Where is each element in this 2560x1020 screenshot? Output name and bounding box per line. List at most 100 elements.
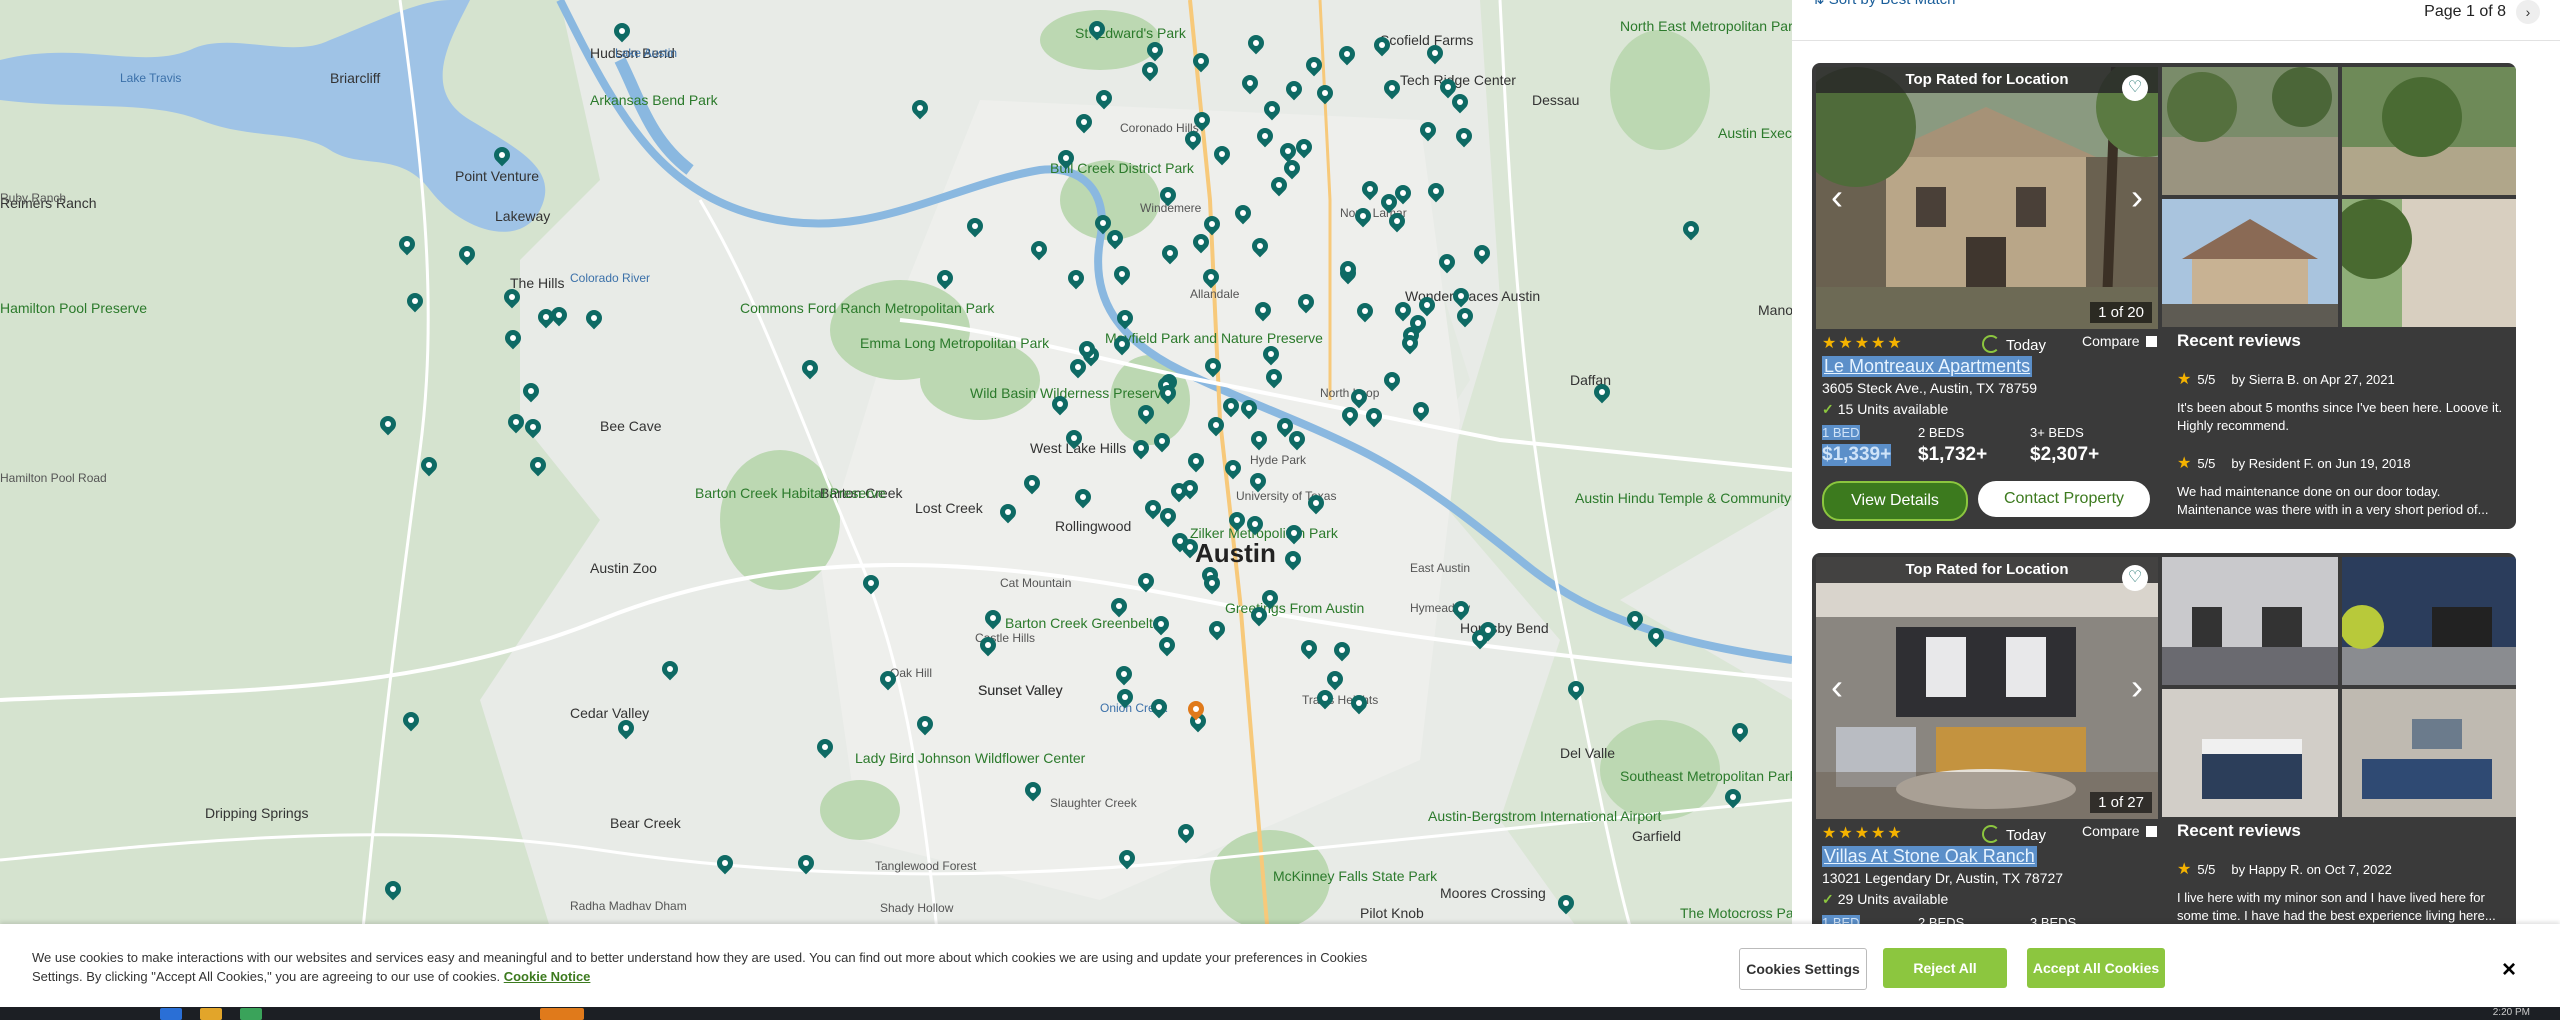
map-pin-icon[interactable] bbox=[1456, 128, 1472, 150]
map-pin-icon[interactable] bbox=[1306, 57, 1322, 79]
close-icon[interactable]: × bbox=[2502, 956, 2516, 984]
map-pin-icon[interactable] bbox=[586, 310, 602, 332]
heart-icon[interactable]: ♡ bbox=[2122, 75, 2148, 101]
map-pin-icon[interactable] bbox=[1395, 302, 1411, 324]
map-pin-icon[interactable] bbox=[1355, 208, 1371, 230]
map-pin-icon[interactable] bbox=[1076, 114, 1092, 136]
map-pin-icon[interactable] bbox=[1154, 433, 1170, 455]
map-pin-icon[interactable] bbox=[1250, 473, 1266, 495]
map-pin-icon[interactable] bbox=[380, 416, 396, 438]
listing-hero-photo[interactable]: Top Rated for Location ♡ ‹ › 1 of 27 bbox=[1816, 557, 2158, 819]
map-pin-icon[interactable] bbox=[1159, 637, 1175, 659]
listing-thumbnail[interactable] bbox=[2162, 199, 2338, 327]
map-pin-icon[interactable] bbox=[912, 100, 928, 122]
map-pin-icon[interactable] bbox=[614, 23, 630, 45]
compare-toggle[interactable]: Compare bbox=[2082, 823, 2157, 839]
map-pin-icon[interactable] bbox=[1162, 245, 1178, 267]
map-pin-icon[interactable] bbox=[1568, 681, 1584, 703]
map-pin-icon[interactable] bbox=[1117, 310, 1133, 332]
map-pin-icon[interactable] bbox=[1025, 782, 1041, 804]
map-pin-icon[interactable] bbox=[1119, 850, 1135, 872]
map-pin-icon[interactable] bbox=[717, 855, 733, 877]
map-pin-icon[interactable] bbox=[1107, 230, 1123, 252]
map[interactable]: Briarcliff Hudson Bend Arkansas Bend Park P… bbox=[0, 0, 1792, 1020]
map-pin-icon[interactable] bbox=[1096, 90, 1112, 112]
chevron-right-icon[interactable]: › bbox=[2516, 0, 2540, 24]
listing-thumbnail[interactable] bbox=[2342, 199, 2516, 327]
map-pin-icon[interactable] bbox=[1188, 701, 1204, 723]
map-pin-icon[interactable] bbox=[459, 246, 475, 268]
map-pin-icon[interactable] bbox=[1472, 630, 1488, 652]
map-pin-icon[interactable] bbox=[1185, 131, 1201, 153]
map-pin-icon[interactable] bbox=[1066, 430, 1082, 452]
map-pin-icon[interactable] bbox=[1340, 261, 1356, 283]
listing-card[interactable]: Top Rated for Location ♡ ‹ › 1 of 20 ★★★… bbox=[1812, 63, 2516, 529]
map-pin-icon[interactable] bbox=[1683, 221, 1699, 243]
map-pin-icon[interactable] bbox=[1116, 666, 1132, 688]
map-pin-icon[interactable] bbox=[494, 147, 510, 169]
map-pin-icon[interactable] bbox=[1252, 238, 1268, 260]
map-pin-icon[interactable] bbox=[1225, 460, 1241, 482]
map-pin-icon[interactable] bbox=[1255, 302, 1271, 324]
listing-thumbnail[interactable] bbox=[2162, 557, 2338, 685]
map-pin-icon[interactable] bbox=[1251, 431, 1267, 453]
view-details-button[interactable]: View Details bbox=[1822, 481, 1968, 521]
map-pin-icon[interactable] bbox=[1351, 695, 1367, 717]
map-pin-icon[interactable] bbox=[1214, 146, 1230, 168]
map-pin-icon[interactable] bbox=[917, 716, 933, 738]
map-pin-icon[interactable] bbox=[1153, 616, 1169, 638]
map-pin-icon[interactable] bbox=[1138, 573, 1154, 595]
map-pin-icon[interactable] bbox=[1188, 453, 1204, 475]
map-pin-icon[interactable] bbox=[1402, 335, 1418, 357]
map-pin-icon[interactable] bbox=[505, 330, 521, 352]
map-pin-icon[interactable] bbox=[1193, 53, 1209, 75]
listing-thumbnail[interactable] bbox=[2342, 557, 2516, 685]
map-pin-icon[interactable] bbox=[1420, 122, 1436, 144]
map-pin-icon[interactable] bbox=[1286, 525, 1302, 547]
map-pin-icon[interactable] bbox=[1229, 512, 1245, 534]
map-pin-icon[interactable] bbox=[1209, 621, 1225, 643]
map-pin-icon[interactable] bbox=[1351, 389, 1367, 411]
map-pin-icon[interactable] bbox=[1452, 94, 1468, 116]
active-app-icon[interactable] bbox=[540, 1008, 584, 1020]
listing-thumbnail[interactable] bbox=[2342, 67, 2516, 195]
listing-thumbnail[interactable] bbox=[2162, 689, 2338, 817]
map-pin-icon[interactable] bbox=[1079, 341, 1095, 363]
map-pin-icon[interactable] bbox=[1474, 245, 1490, 267]
map-pin-icon[interactable] bbox=[403, 712, 419, 734]
map-pin-icon[interactable] bbox=[880, 671, 896, 693]
reject-all-button[interactable]: Reject All bbox=[1883, 948, 2007, 988]
map-pin-icon[interactable] bbox=[1389, 213, 1405, 235]
map-pin-icon[interactable] bbox=[399, 236, 415, 258]
map-pin-icon[interactable] bbox=[1208, 417, 1224, 439]
map-pin-icon[interactable] bbox=[1151, 699, 1167, 721]
cookies-settings-button[interactable]: Cookies Settings bbox=[1739, 948, 1867, 990]
map-pin-icon[interactable] bbox=[508, 414, 524, 436]
map-pin-icon[interactable] bbox=[1193, 234, 1209, 256]
map-pin-icon[interactable] bbox=[1334, 642, 1350, 664]
map-pin-icon[interactable] bbox=[1204, 575, 1220, 597]
app-icon[interactable] bbox=[160, 1008, 182, 1020]
map-pin-icon[interactable] bbox=[1052, 396, 1068, 418]
map-pin-icon[interactable] bbox=[1160, 385, 1176, 407]
map-pin-icon[interactable] bbox=[1263, 346, 1279, 368]
map-pin-icon[interactable] bbox=[1381, 194, 1397, 216]
map-pin-icon[interactable] bbox=[1296, 139, 1312, 161]
map-pin-icon[interactable] bbox=[1427, 45, 1443, 67]
map-pin-icon[interactable] bbox=[1439, 254, 1455, 276]
map-pin-icon[interactable] bbox=[1725, 789, 1741, 811]
map-pin-icon[interactable] bbox=[1558, 895, 1574, 917]
heart-icon[interactable]: ♡ bbox=[2122, 565, 2148, 591]
map-pin-icon[interactable] bbox=[421, 457, 437, 479]
map-pin-icon[interactable] bbox=[1160, 187, 1176, 209]
map-pin-icon[interactable] bbox=[1366, 408, 1382, 430]
map-pin-icon[interactable] bbox=[1117, 689, 1133, 711]
map-pin-icon[interactable] bbox=[1182, 480, 1198, 502]
map-pin-icon[interactable] bbox=[1308, 495, 1324, 517]
map-pin-icon[interactable] bbox=[1285, 551, 1301, 573]
contact-property-button[interactable]: Contact Property bbox=[1978, 481, 2150, 517]
app-icon[interactable] bbox=[200, 1008, 222, 1020]
map-pin-icon[interactable] bbox=[1298, 294, 1314, 316]
map-pin-icon[interactable] bbox=[1138, 405, 1154, 427]
listing-thumbnail[interactable] bbox=[2342, 689, 2516, 817]
